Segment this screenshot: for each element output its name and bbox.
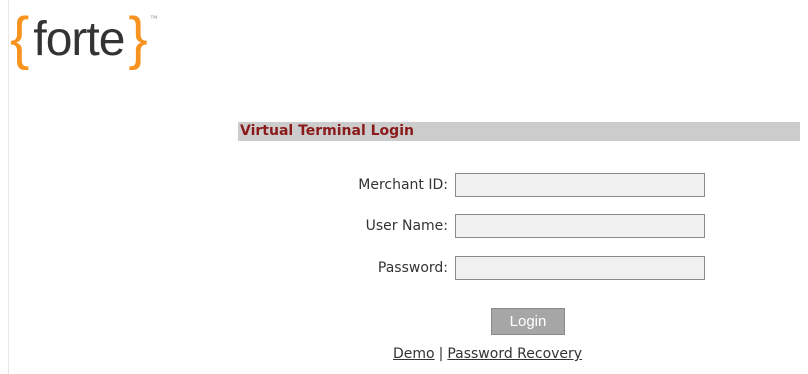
merchant-id-input[interactable] — [455, 173, 705, 197]
user-name-row: User Name: — [300, 214, 720, 240]
logo-wordmark: forte — [33, 13, 125, 66]
password-label: Password: — [377, 260, 448, 276]
demo-link[interactable]: Demo — [393, 346, 435, 362]
logo-close-brace: } — [128, 6, 148, 71]
merchant-id-row: Merchant ID: — [300, 173, 720, 199]
forte-logo: { forte } ™ — [10, 8, 158, 80]
login-links: Demo | Password Recovery — [393, 346, 582, 362]
user-name-label: User Name: — [365, 218, 448, 234]
login-section-header: Virtual Terminal Login — [238, 122, 800, 141]
login-section-title: Virtual Terminal Login — [240, 123, 414, 139]
login-button[interactable]: Login — [491, 308, 565, 335]
password-recovery-link[interactable]: Password Recovery — [447, 346, 582, 362]
logo-trademark: ™ — [149, 14, 158, 23]
links-separator: | — [438, 346, 444, 362]
password-row: Password: — [300, 256, 720, 282]
password-input[interactable] — [455, 256, 705, 280]
logo-open-brace: { — [10, 6, 30, 71]
user-name-input[interactable] — [455, 214, 705, 238]
page-left-border — [8, 0, 9, 374]
merchant-id-label: Merchant ID: — [358, 177, 448, 193]
